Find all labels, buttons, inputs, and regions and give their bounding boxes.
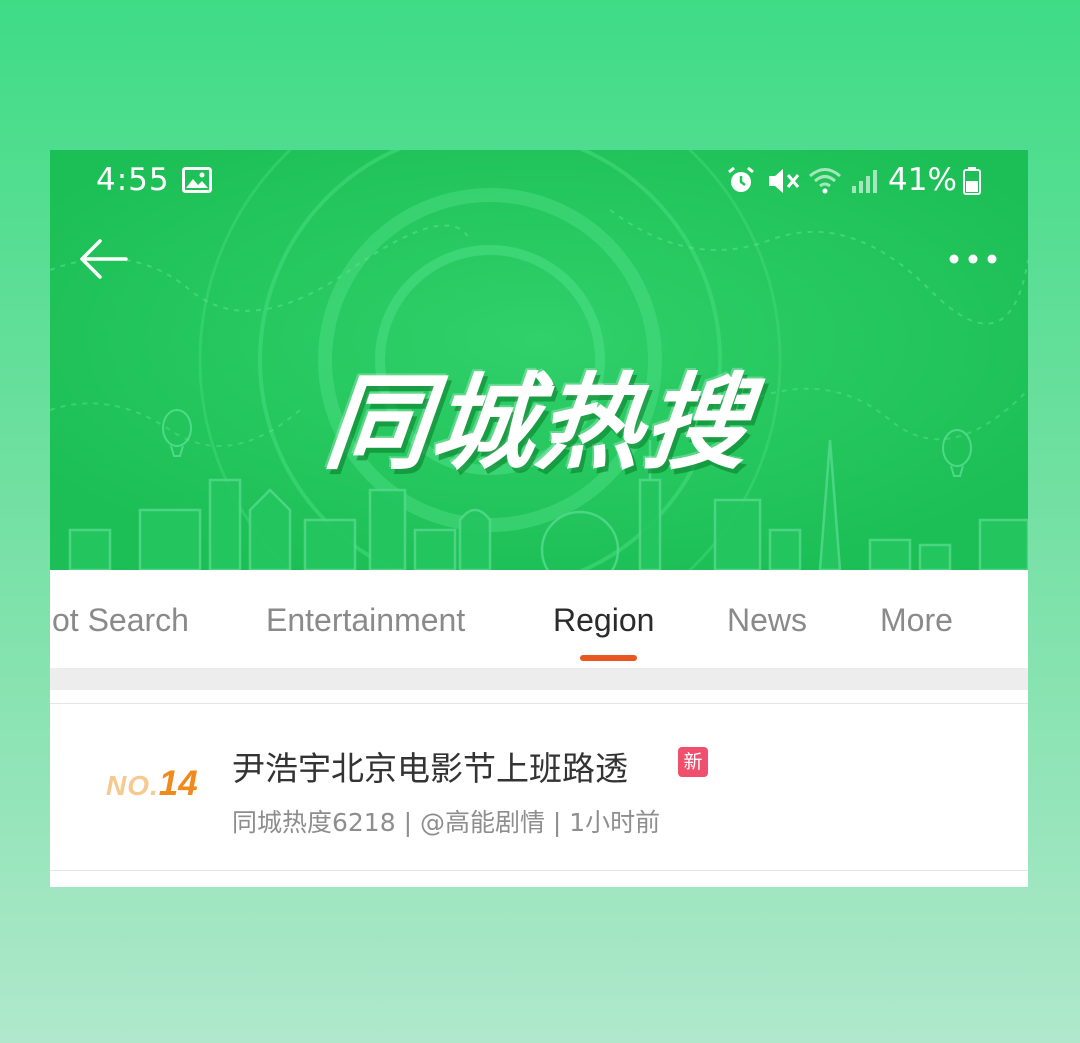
hero-title: 同城热搜: [319, 362, 757, 484]
tab-news[interactable]: News: [727, 602, 807, 639]
app-screen: 4:55 41% 同城热搜 ot Search Entertainment Re…: [50, 150, 1028, 887]
battery-icon: [963, 167, 981, 195]
rank-label: NO.14: [106, 764, 198, 804]
tab-hot-search[interactable]: ot Search: [52, 602, 189, 639]
battery-percentage: 41%: [888, 162, 957, 198]
item-title: 尹浩宇北京电影节上班路透: [232, 749, 628, 788]
status-time: 4:55: [96, 162, 170, 198]
active-tab-indicator: [580, 655, 637, 661]
back-arrow-icon: [80, 239, 128, 279]
new-badge: 新: [678, 747, 708, 777]
signal-icon: [852, 170, 877, 193]
section-divider: [50, 668, 1028, 690]
divider-line-bottom: [50, 870, 1028, 871]
wifi-icon: [809, 168, 841, 194]
alarm-icon: [728, 166, 754, 192]
tab-bar: ot Search Entertainment Region News More: [50, 570, 1028, 668]
item-meta: 同城热度6218 | @高能剧情 | 1小时前: [232, 808, 661, 837]
rank-prefix: NO.: [106, 770, 159, 801]
tab-region[interactable]: Region: [553, 602, 654, 639]
image-icon: [182, 167, 212, 193]
hero-banner: 4:55 41% 同城热搜: [50, 150, 1028, 570]
back-button[interactable]: [76, 234, 132, 284]
more-button[interactable]: [942, 242, 1004, 276]
rank-number: 14: [158, 764, 198, 803]
list-item[interactable]: NO.14 尹浩宇北京电影节上班路透 新 同城热度6218 | @高能剧情 | …: [50, 704, 1028, 870]
status-bar: 4:55 41%: [50, 150, 1028, 210]
more-dots-icon: [949, 254, 997, 264]
tab-more[interactable]: More: [880, 602, 953, 639]
tab-entertainment[interactable]: Entertainment: [266, 602, 465, 639]
mute-icon: [769, 169, 800, 193]
